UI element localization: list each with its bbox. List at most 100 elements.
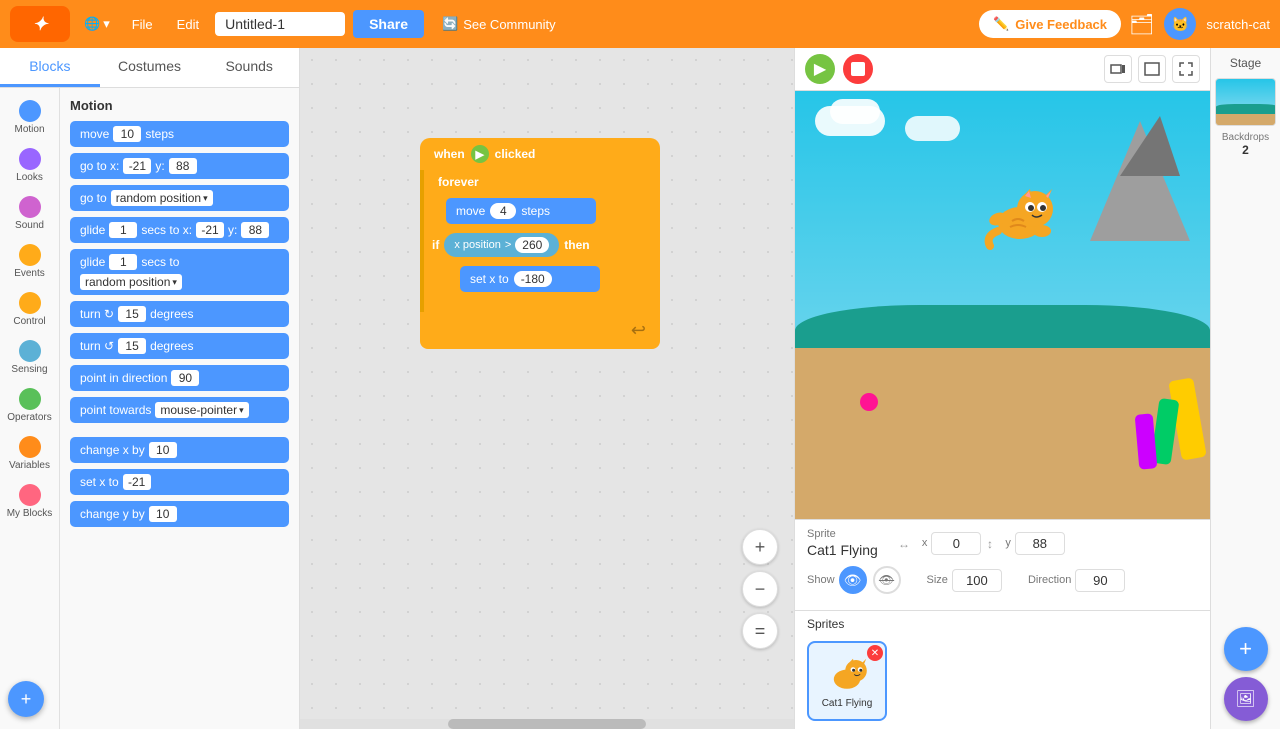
- left-panel: Blocks Costumes Sounds Motion Looks Soun…: [0, 48, 300, 729]
- stage-controls: ▶: [795, 48, 1210, 91]
- share-button[interactable]: Share: [353, 10, 424, 38]
- condition-block[interactable]: x position > 260: [444, 233, 559, 257]
- svg-text:↕: ↕: [987, 537, 993, 550]
- sprite-close-button[interactable]: ✕: [867, 645, 883, 661]
- show-field: Show 👁 👁: [807, 566, 901, 594]
- category-motion[interactable]: Motion: [0, 96, 59, 140]
- block-change-y[interactable]: change y by 10: [70, 501, 289, 527]
- canvas-scrollbar-thumb[interactable]: [448, 719, 646, 729]
- see-community-button[interactable]: 🔄 See Community: [432, 12, 566, 36]
- show-visible-button[interactable]: 👁: [839, 566, 867, 594]
- blocks-panel: Motion Looks Sound Events Control: [0, 88, 299, 729]
- x-field: ↔ x 0: [898, 532, 982, 555]
- block-set-x[interactable]: set x to -21: [70, 469, 289, 495]
- fullscreen-button[interactable]: [1172, 55, 1200, 83]
- green-flag-button[interactable]: ▶: [805, 54, 835, 84]
- show-hidden-button[interactable]: 👁: [873, 566, 901, 594]
- category-sound[interactable]: Sound: [0, 192, 59, 236]
- canvas-scrollbar[interactable]: [300, 719, 794, 729]
- file-name-input[interactable]: [215, 12, 345, 36]
- zoom-in-button[interactable]: +: [742, 529, 778, 565]
- y-value[interactable]: 88: [1015, 532, 1065, 555]
- size-field: Size 100: [927, 569, 1002, 592]
- layout-large-button[interactable]: [1138, 55, 1166, 83]
- category-operators[interactable]: Operators: [0, 384, 59, 428]
- block-turn-ccw[interactable]: turn ↺ 15 degrees: [70, 333, 289, 359]
- size-value[interactable]: 100: [952, 569, 1002, 592]
- categories: Motion Looks Sound Events Control: [0, 88, 60, 729]
- top-nav: ✦ 🌐 ▾ File Edit Share 🔄 See Community ✏️…: [0, 0, 1280, 48]
- scratch-logo[interactable]: ✦: [10, 6, 70, 42]
- nav-right: 🗂 🐱 scratch-cat: [1129, 8, 1270, 40]
- stage-canvas: [795, 91, 1210, 519]
- xy-fields: ↔ x 0 ↕ y 88: [898, 532, 1065, 555]
- section-title: Motion: [70, 98, 289, 113]
- forever-end: ↩: [420, 312, 660, 349]
- cloud-2: [905, 116, 960, 141]
- cloud-1b: [830, 99, 880, 124]
- if-block[interactable]: if x position > 260 then: [420, 228, 660, 262]
- give-feedback-button[interactable]: ✏️ Give Feedback: [979, 10, 1121, 38]
- category-sensing[interactable]: Sensing: [0, 336, 59, 380]
- hat-block[interactable]: when ▶ clicked: [420, 138, 660, 170]
- set-x-block[interactable]: set x to -180: [460, 266, 600, 292]
- sprite-info-panel: Sprite Cat1 Flying ↔ x 0 ↕ y: [795, 519, 1210, 610]
- tab-sounds[interactable]: Sounds: [199, 48, 299, 87]
- mountain-2: [1120, 116, 1180, 176]
- sprite-list: Sprites ✕: [795, 610, 1210, 729]
- block-glide-random[interactable]: glide 1 secs to random position ▾: [70, 249, 289, 295]
- cat-sprite: [980, 181, 1050, 241]
- zoom-out-button[interactable]: −: [742, 571, 778, 607]
- edit-menu[interactable]: Edit: [169, 13, 207, 36]
- block-turn-cw[interactable]: turn ↻ 15 degrees: [70, 301, 289, 327]
- zoom-reset-button[interactable]: =: [742, 613, 778, 649]
- block-move-steps[interactable]: move 10 steps: [70, 121, 289, 147]
- sprite-info-row-1: Sprite Cat1 Flying ↔ x 0 ↕ y: [807, 528, 1198, 558]
- block-point-direction[interactable]: point in direction 90: [70, 365, 289, 391]
- category-variables[interactable]: Variables: [0, 432, 59, 476]
- tab-costumes[interactable]: Costumes: [100, 48, 200, 87]
- stage-right-panel: Stage Backdrops 2 + 🖼: [1210, 48, 1280, 729]
- username: scratch-cat: [1206, 17, 1270, 32]
- stop-button[interactable]: [843, 54, 873, 84]
- tab-bar: Blocks Costumes Sounds: [0, 48, 299, 88]
- y-field: ↕ y 88: [987, 532, 1065, 555]
- sprite-cat1-flying[interactable]: ✕ C: [807, 641, 887, 721]
- category-looks[interactable]: Looks: [0, 144, 59, 188]
- add-sprite-button[interactable]: +: [1224, 627, 1268, 671]
- stage-thumbnail[interactable]: [1215, 78, 1276, 126]
- add-backdrop-button[interactable]: 🖼: [1224, 677, 1268, 721]
- canvas-area: when ▶ clicked forever move 4 steps: [300, 48, 794, 729]
- block-point-towards[interactable]: point towards mouse-pointer ▾: [70, 397, 289, 423]
- x-value[interactable]: 0: [931, 532, 981, 555]
- flower: [860, 393, 878, 411]
- block-go-to-xy[interactable]: go to x: -21 y: 88: [70, 153, 289, 179]
- block-change-x[interactable]: change x by 10: [70, 437, 289, 463]
- move-block[interactable]: move 4 steps: [446, 198, 596, 224]
- forever-block[interactable]: forever: [420, 170, 660, 194]
- editor-layout: Blocks Costumes Sounds Motion Looks Soun…: [0, 48, 1280, 729]
- category-control[interactable]: Control: [0, 288, 59, 332]
- block-glide-xy[interactable]: glide 1 secs to x: -21 y: 88: [70, 217, 289, 243]
- language-selector[interactable]: 🌐 ▾: [78, 12, 116, 36]
- tab-blocks[interactable]: Blocks: [0, 48, 100, 87]
- category-myblocks[interactable]: My Blocks: [0, 480, 59, 524]
- add-extension-button[interactable]: +: [8, 681, 44, 717]
- folder-icon[interactable]: 🗂: [1129, 12, 1154, 37]
- sprite-name-field: Sprite Cat1 Flying: [807, 528, 878, 558]
- avatar[interactable]: 🐱: [1164, 8, 1196, 40]
- right-panel: ▶: [794, 48, 1280, 729]
- layout-buttons: [1104, 55, 1200, 83]
- sprite-info-row-2: Show 👁 👁 Size 100: [807, 566, 1198, 594]
- file-menu[interactable]: File: [124, 13, 161, 36]
- stage-main: ▶: [795, 48, 1210, 729]
- direction-field: Direction 90: [1028, 569, 1125, 592]
- block-go-to[interactable]: go to random position ▾: [70, 185, 289, 211]
- direction-value[interactable]: 90: [1075, 569, 1125, 592]
- sprite-list-area: ✕ C: [795, 637, 1210, 729]
- stage-area: ▶: [795, 48, 1280, 729]
- zoom-controls: + − =: [742, 529, 778, 649]
- category-events[interactable]: Events: [0, 240, 59, 284]
- svg-text:↔: ↔: [898, 537, 910, 550]
- layout-small-button[interactable]: [1104, 55, 1132, 83]
